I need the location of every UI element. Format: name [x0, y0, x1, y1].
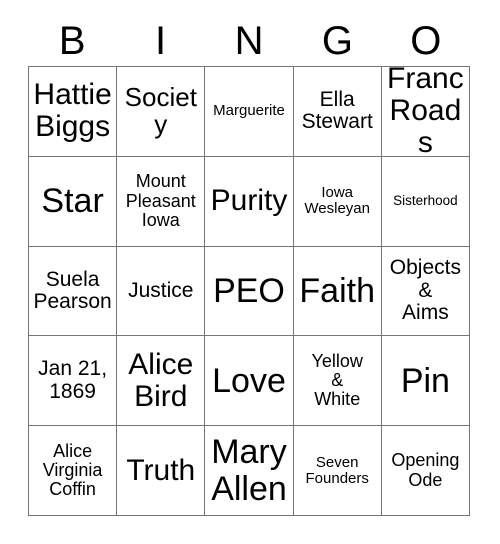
bingo-cell-label: Iowa Wesleyan	[304, 184, 370, 218]
bingo-cell-label: Faith	[299, 271, 375, 310]
bingo-cell-label: Franc Roads	[387, 67, 464, 157]
bingo-cell-label: Yellow & White	[311, 350, 363, 410]
bingo-cell-r5c5[interactable]: Opening Ode	[381, 426, 470, 516]
bingo-cell-label: Purity	[210, 184, 288, 218]
bingo-cell-label: Hattie Biggs	[33, 78, 112, 144]
bingo-cell-r5c1[interactable]: Alice Virginia Coffin	[29, 426, 118, 516]
bingo-cell-label: Sisterhood	[393, 192, 458, 208]
bingo-cell-r2c3[interactable]: Purity	[205, 156, 294, 247]
bingo-cell-label: Ella Stewart	[301, 87, 373, 134]
bingo-header-letter-b: B	[58, 19, 86, 63]
bingo-cell-r2c1[interactable]: Star	[29, 156, 118, 247]
bingo-cell-r4c2[interactable]: Alice Bird	[117, 336, 206, 427]
bingo-cell-r3c3[interactable]: PEO	[205, 246, 294, 337]
bingo-cell-label: Love	[212, 361, 286, 400]
bingo-cell-label: Alice Virginia Coffin	[42, 440, 103, 500]
bingo-header-letter-i: I	[155, 19, 167, 63]
bingo-cell-r3c1[interactable]: Suela Pearson	[29, 246, 118, 337]
bingo-cell-r5c3[interactable]: Mary Allen	[205, 426, 294, 516]
bingo-cell-label: Objects & Aims	[389, 256, 461, 325]
bingo-cell-r1c2[interactable]: Society	[117, 67, 206, 157]
bingo-cell-label: Suela Pearson	[33, 267, 112, 313]
bingo-cell-label: Marguerite	[213, 102, 285, 120]
bingo-cell-r5c2[interactable]: Truth	[117, 426, 206, 516]
bingo-cell-r2c4[interactable]: Iowa Wesleyan	[293, 156, 382, 247]
bingo-cell-r2c5[interactable]: Sisterhood	[381, 156, 470, 247]
bingo-cell-r4c1[interactable]: Jan 21, 1869	[29, 336, 118, 427]
bingo-cell-r4c4[interactable]: Yellow & White	[293, 336, 382, 427]
bingo-cell-r2c2[interactable]: Mount Pleasant Iowa	[117, 156, 206, 247]
bingo-cell-r3c5[interactable]: Objects & Aims	[381, 246, 470, 337]
bingo-cell-label: Star	[41, 182, 104, 220]
bingo-cell-r1c3[interactable]: Marguerite	[205, 67, 294, 157]
bingo-header-letter-g: G	[321, 19, 353, 63]
bingo-header-letter-n: N	[234, 19, 264, 63]
bingo-cell-r3c4[interactable]: Faith	[293, 246, 382, 337]
bingo-cell-label: Seven Founders	[305, 453, 369, 487]
bingo-cell-r5c4[interactable]: Seven Founders	[293, 426, 382, 516]
bingo-cell-label: Justice	[128, 278, 194, 302]
bingo-cell-label: Jan 21, 1869	[38, 357, 108, 403]
bingo-card: B I N G O Hattie Biggs Society Marguerite Ella …	[0, 0, 500, 544]
bingo-cell-r3c2[interactable]: Justice	[117, 246, 206, 337]
bingo-cell-r1c5[interactable]: Franc Roads	[381, 67, 470, 157]
bingo-cell-r4c3[interactable]: Love	[205, 336, 294, 427]
bingo-grid: Hattie Biggs Society Marguerite Ella Stewar…	[28, 66, 470, 516]
bingo-header: BINGO	[28, 16, 470, 66]
bingo-cell-label: Alice Bird	[128, 347, 194, 413]
bingo-cell-label: Mount Pleasant Iowa	[125, 171, 196, 230]
bingo-cell-label: PEO	[213, 271, 285, 310]
bingo-cell-r4c5[interactable]: Pin	[381, 336, 470, 427]
bingo-cell-label: Society	[124, 81, 197, 140]
bingo-cell-label: Mary Allen	[211, 433, 287, 508]
bingo-cell-label: Pin	[400, 361, 450, 400]
bingo-cell-label: Opening Ode	[391, 450, 460, 490]
bingo-cell-r1c4[interactable]: Ella Stewart	[293, 67, 382, 157]
bingo-header-letter-o: O	[410, 19, 442, 63]
bingo-cell-r1c1[interactable]: Hattie Biggs	[29, 67, 118, 157]
bingo-cell-label: Truth	[126, 453, 196, 487]
